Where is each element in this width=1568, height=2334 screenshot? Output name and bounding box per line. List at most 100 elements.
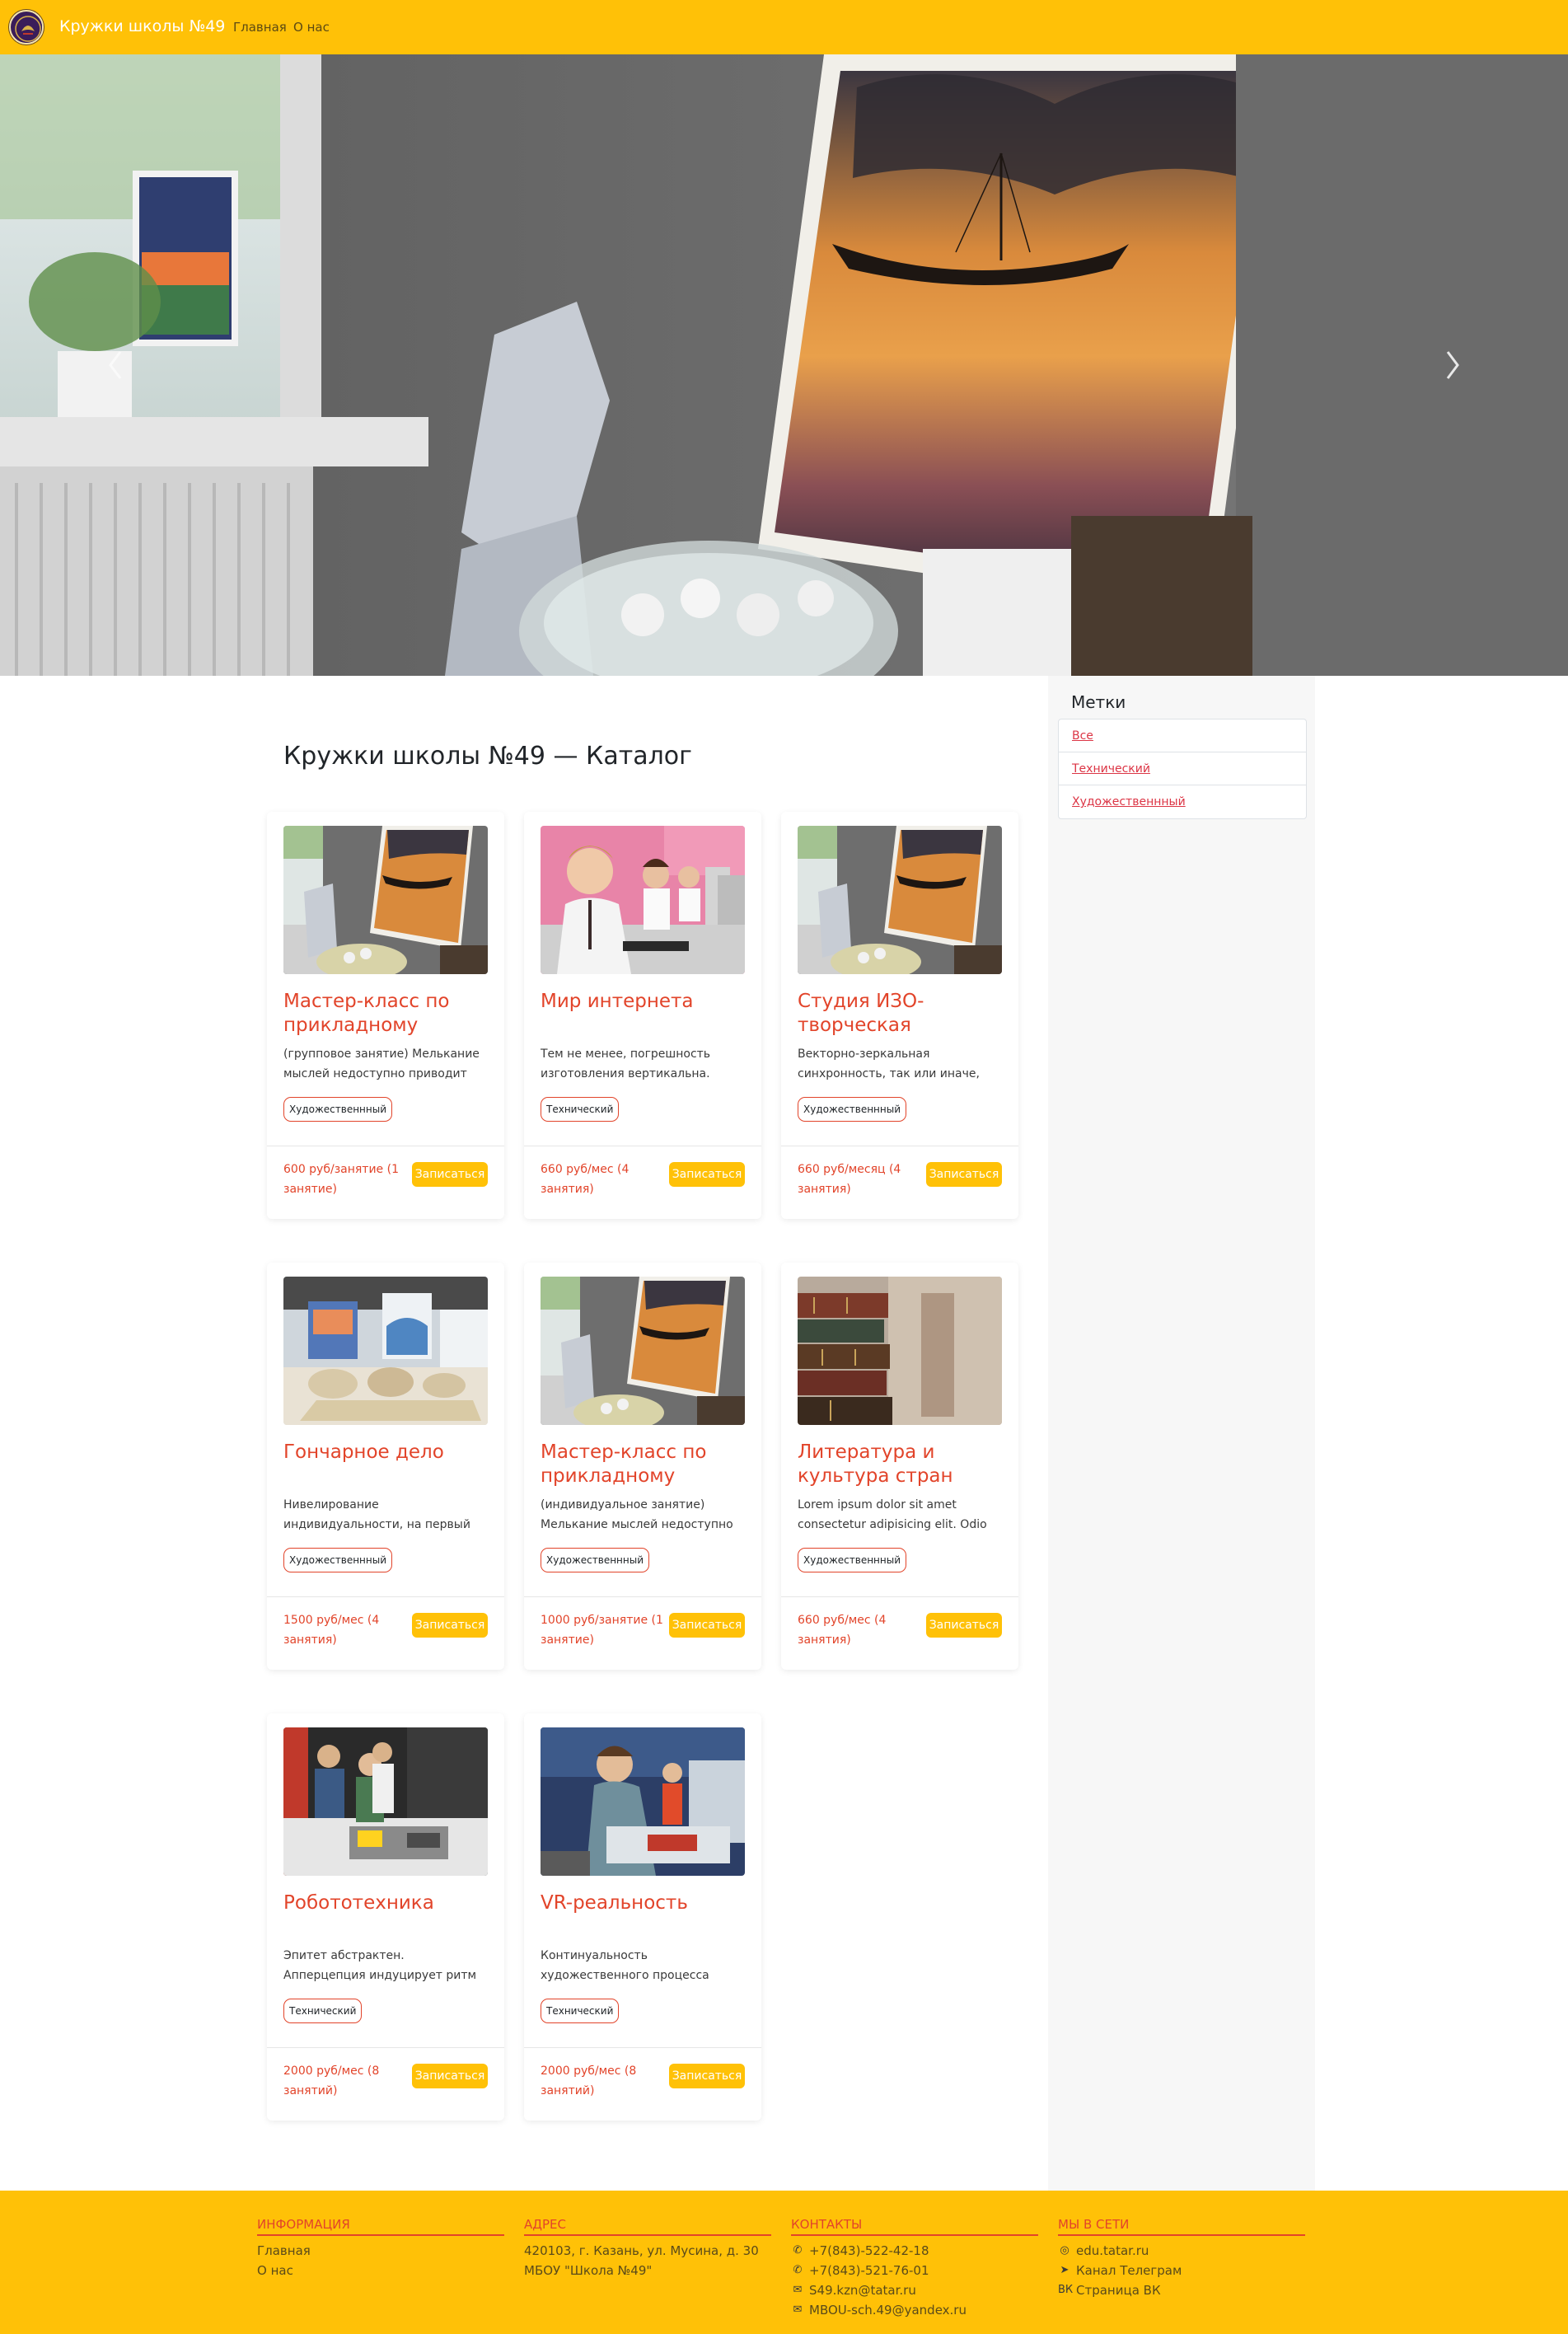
course-description: Нивелирование индивидуальности, на первы…	[283, 1498, 470, 1531]
enroll-button[interactable]: Записаться	[669, 2064, 745, 2088]
course-price: 1000 руб/занятие (1 занятие)	[541, 1614, 663, 1647]
course-tag[interactable]: Художественнный	[798, 1548, 907, 1572]
course-description: Континуальность художественного процесса	[541, 1949, 709, 1982]
footer-social: МЫ В СЕТИ ◎ edu.tatar.ru ➤ Канал Телеграм …	[1058, 2217, 1305, 2300]
footer-social-title: МЫ В СЕТИ	[1058, 2217, 1305, 2236]
course-price: 660 руб/месяц (4 занятия)	[798, 1163, 901, 1196]
card-divider	[781, 1596, 1018, 1597]
course-description: Эпитет абстрактен. Апперцепция индуцируе…	[283, 1949, 477, 1982]
school-logo[interactable]	[9, 10, 44, 45]
nav-link-main[interactable]: Главная	[233, 20, 287, 35]
course-price: 2000 руб/мес (8 занятий)	[541, 2065, 637, 2097]
course-description: (индивидуальное занятие) Мелькание мысле…	[541, 1498, 733, 1531]
course-card[interactable]: Мир интернета Тем не менее, погрешность и…	[524, 812, 761, 1219]
course-title[interactable]: Студия ИЗО-творческая	[798, 990, 1004, 1038]
course-title[interactable]: Мастер-класс по прикладному	[283, 990, 489, 1038]
footer-contacts-title: КОНТАКТЫ	[791, 2217, 1038, 2236]
footer-contacts: КОНТАКТЫ ✆ +7(843)-522-42-18 ✆ +7(843)-521…	[791, 2217, 1038, 2320]
contact-text: MBOU-sch.49@yandex.ru	[809, 2303, 967, 2318]
social-link-vk[interactable]: ВК Страница ВК	[1058, 2280, 1305, 2300]
course-price: 660 руб/мес (4 занятия)	[798, 1614, 887, 1647]
course-tag[interactable]: Технический	[283, 1999, 363, 2023]
footer-link-about[interactable]: О нас	[257, 2261, 504, 2280]
footer-link-main[interactable]: Главная	[257, 2241, 504, 2261]
course-title[interactable]: Гончарное дело	[283, 1441, 489, 1465]
course-image[interactable]	[283, 826, 488, 974]
chevron-left-icon	[109, 351, 122, 379]
course-price: 2000 руб/мес (8 занятий)	[283, 2065, 380, 2097]
course-image[interactable]	[541, 1727, 745, 1876]
course-tag[interactable]: Художественнный	[283, 1097, 393, 1122]
footer-address: АДРЕС 420103, г. Казань, ул. Мусина, д. …	[524, 2217, 771, 2280]
phone-icon: ✆	[793, 2264, 803, 2276]
course-card[interactable]: Мастер-класс по прикладному (групповое за…	[267, 812, 504, 1219]
chevron-right-icon	[1446, 351, 1459, 379]
tags-title: Метки	[1071, 692, 1126, 712]
course-description: Векторно-зеркальная синхронность, так ил…	[798, 1047, 980, 1080]
course-image[interactable]	[798, 1277, 1002, 1425]
nav-link-about[interactable]: О нас	[293, 20, 330, 35]
course-title[interactable]: Мир интернета	[541, 990, 747, 1014]
social-text: edu.tatar.ru	[1076, 2243, 1149, 2258]
course-card[interactable]: Мастер-класс по прикладному (индивидуальн…	[524, 1263, 761, 1670]
course-description: (групповое занятие) Мелькание мыслей нед…	[283, 1047, 480, 1080]
course-tag[interactable]: Технический	[541, 1999, 620, 2023]
course-image[interactable]	[798, 826, 1002, 974]
enroll-button[interactable]: Записаться	[412, 2064, 488, 2088]
course-image[interactable]	[541, 826, 745, 974]
course-image[interactable]	[283, 1277, 488, 1425]
social-link-edu[interactable]: ◎ edu.tatar.ru	[1058, 2241, 1305, 2261]
social-text: Канал Телеграм	[1076, 2263, 1182, 2278]
card-divider	[524, 2047, 761, 2048]
contact-phone-2[interactable]: ✆ +7(843)-521-76-01	[791, 2261, 1038, 2280]
enroll-button[interactable]: Записаться	[669, 1613, 745, 1638]
enroll-button[interactable]: Записаться	[412, 1613, 488, 1638]
course-card[interactable]: Гончарное дело Нивелирование индивидуальн…	[267, 1263, 504, 1670]
course-tag[interactable]: Технический	[541, 1097, 620, 1122]
course-tag[interactable]: Художественнный	[541, 1548, 650, 1572]
course-tag[interactable]: Художественнный	[283, 1548, 393, 1572]
enroll-button[interactable]: Записаться	[412, 1162, 488, 1187]
course-card[interactable]: Студия ИЗО-творческая Векторно-зеркальная…	[781, 812, 1018, 1219]
contact-phone-1[interactable]: ✆ +7(843)-522-42-18	[791, 2241, 1038, 2261]
contact-email-2[interactable]: ✉ MBOU-sch.49@yandex.ru	[791, 2300, 1038, 2320]
course-image[interactable]	[283, 1727, 488, 1876]
enroll-button[interactable]: Записаться	[926, 1613, 1002, 1638]
tag-filter-all[interactable]: Все	[1059, 719, 1306, 752]
footer-address-line: 420103, г. Казань, ул. Мусина, д. 30	[524, 2243, 759, 2258]
hero-image	[0, 54, 1568, 676]
carousel-next-button[interactable]	[1337, 54, 1568, 676]
course-card[interactable]: VR-реальность Континуальность художествен…	[524, 1713, 761, 2121]
course-price: 660 руб/мес (4 занятия)	[541, 1163, 630, 1196]
course-title[interactable]: Литература и культура стран	[798, 1441, 1004, 1488]
course-title[interactable]: Робототехника	[283, 1891, 489, 1915]
card-divider	[267, 1596, 504, 1597]
envelope-icon: ✉	[793, 2284, 803, 2296]
page-title: Кружки школы №49 — Каталог	[283, 742, 692, 771]
tag-filter-technical[interactable]: Технический	[1059, 752, 1306, 785]
phone-icon: ✆	[793, 2244, 803, 2257]
navbar: Кружки школы №49 Главная О нас	[0, 0, 1568, 54]
site-brand[interactable]: Кружки школы №49	[59, 17, 225, 35]
tag-filter-art[interactable]: Художественнный	[1059, 785, 1306, 818]
social-text: Страница ВК	[1076, 2283, 1161, 2298]
course-description: Lorem ipsum dolor sit amet consectetur a…	[798, 1498, 987, 1531]
contact-email-1[interactable]: ✉ S49.kzn@tatar.ru	[791, 2280, 1038, 2300]
course-tag[interactable]: Художественнный	[798, 1097, 907, 1122]
footer: ИНФОРМАЦИЯ Главная О нас АДРЕС 420103, г…	[0, 2191, 1568, 2334]
footer-info-title: ИНФОРМАЦИЯ	[257, 2217, 504, 2236]
course-card[interactable]: Литература и культура стран Lorem ipsum d…	[781, 1263, 1018, 1670]
enroll-button[interactable]: Записаться	[669, 1162, 745, 1187]
sidebar: Метки Все Технический Художественнный	[1048, 676, 1315, 2191]
contact-text: +7(843)-521-76-01	[809, 2263, 929, 2278]
course-card[interactable]: Робототехника Эпитет абстрактен. Апперцеп…	[267, 1713, 504, 2121]
hero-carousel	[0, 54, 1568, 676]
envelope-icon: ✉	[793, 2304, 803, 2316]
course-image[interactable]	[541, 1277, 745, 1425]
course-title[interactable]: Мастер-класс по прикладному	[541, 1441, 747, 1488]
enroll-button[interactable]: Записаться	[926, 1162, 1002, 1187]
carousel-prev-button[interactable]	[0, 54, 231, 676]
course-title[interactable]: VR-реальность	[541, 1891, 747, 1915]
footer-info: ИНФОРМАЦИЯ Главная О нас	[257, 2217, 504, 2280]
social-link-telegram[interactable]: ➤ Канал Телеграм	[1058, 2261, 1305, 2280]
